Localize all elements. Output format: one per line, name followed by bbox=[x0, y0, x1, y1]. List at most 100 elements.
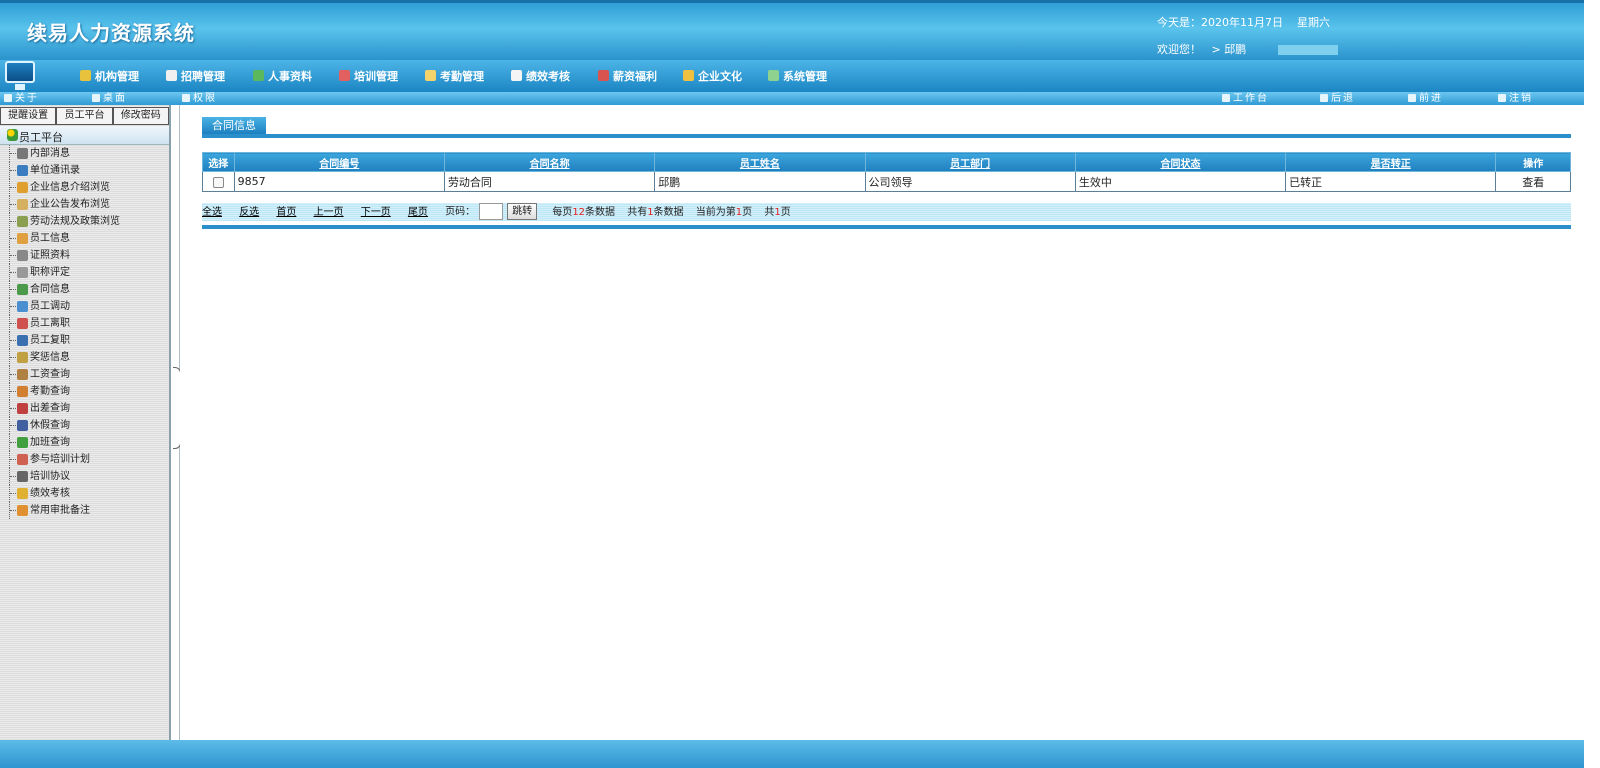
sidebar-item-4[interactable]: 劳动法规及政策浏览 bbox=[0, 213, 169, 230]
prev-page-link[interactable]: 上一页 bbox=[314, 207, 344, 218]
doc-icon bbox=[4, 94, 12, 102]
nav-item-7[interactable]: 企业文化 bbox=[683, 68, 742, 84]
forward-link[interactable]: 前进 bbox=[1408, 92, 1443, 105]
nav-item-5[interactable]: 绩效考核 bbox=[511, 68, 570, 84]
tree-connector bbox=[9, 145, 17, 162]
sidebar-item-label: 单位通讯录 bbox=[30, 165, 80, 176]
sidebar-item-label: 绩效考核 bbox=[30, 488, 70, 499]
logout-link[interactable]: 注销 bbox=[1498, 92, 1533, 105]
pagination-bar: 全选 反选 首页 上一页 下一页 尾页 页码： 跳转 每页12条数据 共有1条数据… bbox=[202, 203, 1571, 221]
sidebar-item-3[interactable]: 企业公告发布浏览 bbox=[0, 196, 169, 213]
sidebar-item-15[interactable]: 出差查询 bbox=[0, 400, 169, 417]
back-link[interactable]: 后退 bbox=[1320, 92, 1355, 105]
sidebar-item-7[interactable]: 职称评定 bbox=[0, 264, 169, 281]
first-page-link[interactable]: 首页 bbox=[276, 207, 296, 218]
page-number-input[interactable] bbox=[479, 203, 504, 220]
sidebar-item-6[interactable]: 证照资料 bbox=[0, 247, 169, 264]
nav-item-label: 机构管理 bbox=[95, 70, 139, 83]
tab-change-password[interactable]: 修改密码 bbox=[112, 107, 169, 125]
col-contract-name[interactable]: 合同名称 bbox=[443, 152, 656, 172]
tree-connector bbox=[9, 485, 17, 502]
view-link[interactable]: 查看 bbox=[1495, 171, 1571, 192]
total-records-info: 共有1条数据 bbox=[627, 206, 684, 218]
page-number-label: 页码： bbox=[445, 206, 476, 218]
welcome-display: 欢迎您！ > 邱鹏 bbox=[1157, 41, 1338, 57]
tab-employee-platform[interactable]: 员工平台 bbox=[56, 107, 113, 125]
sidebar-item-label: 职称评定 bbox=[30, 267, 70, 278]
sidebar-item-1[interactable]: 单位通讯录 bbox=[0, 162, 169, 179]
logout-icon bbox=[1498, 94, 1506, 102]
weekday-label: 星期六 bbox=[1297, 16, 1330, 29]
workbench-link[interactable]: 工作台 bbox=[1222, 92, 1269, 105]
nav-item-8[interactable]: 系统管理 bbox=[768, 68, 827, 84]
overtime-icon bbox=[17, 437, 28, 448]
nav-item-1[interactable]: 招聘管理 bbox=[166, 68, 225, 84]
sidebar-item-8[interactable]: 合同信息 bbox=[0, 281, 169, 298]
tree-connector bbox=[9, 179, 17, 196]
sidebar-item-0[interactable]: 内部消息 bbox=[0, 145, 169, 162]
reward-icon bbox=[17, 352, 28, 363]
cell-contract-name: 劳动合同 bbox=[443, 171, 656, 192]
tree-connector bbox=[9, 247, 17, 264]
next-page-link[interactable]: 下一页 bbox=[361, 207, 391, 218]
tab-reminder-settings[interactable]: 提醒设置 bbox=[0, 107, 57, 125]
nav-item-6[interactable]: 薪资福利 bbox=[598, 68, 657, 84]
sidebar-item-label: 员工复职 bbox=[30, 335, 70, 346]
sidebar-item-14[interactable]: 考勤查询 bbox=[0, 383, 169, 400]
nav-item-label: 企业文化 bbox=[698, 70, 742, 83]
tree-connector bbox=[9, 162, 17, 179]
table-header-row: 选择 合同编号 合同名称 员工姓名 员工部门 合同状态 是否转正 操作 bbox=[202, 152, 1571, 172]
sidebar-item-13[interactable]: 工资查询 bbox=[0, 366, 169, 383]
sidebar-item-label: 合同信息 bbox=[30, 284, 70, 295]
permission-link[interactable]: 权限 bbox=[182, 92, 217, 105]
sidebar-item-label: 证照资料 bbox=[30, 250, 70, 261]
nav-item-label: 人事资料 bbox=[268, 70, 312, 83]
sidebar-item-2[interactable]: 企业信息介绍浏览 bbox=[0, 179, 169, 196]
sidebar-item-17[interactable]: 加班查询 bbox=[0, 434, 169, 451]
tree-connector bbox=[9, 349, 17, 366]
invert-selection-link[interactable]: 反选 bbox=[239, 207, 259, 218]
total-pages-info: 共1页 bbox=[764, 206, 791, 218]
jump-button[interactable]: 跳转 bbox=[507, 203, 538, 220]
leave-icon bbox=[17, 420, 28, 431]
about-link[interactable]: 关于 bbox=[4, 92, 39, 105]
sidebar-item-10[interactable]: 员工离职 bbox=[0, 315, 169, 332]
col-contract-code[interactable]: 合同编号 bbox=[233, 152, 445, 172]
sidebar-item-16[interactable]: 休假查询 bbox=[0, 417, 169, 434]
sidebar-item-19[interactable]: 培训协议 bbox=[0, 468, 169, 485]
recruit-icon bbox=[166, 70, 177, 81]
nav-item-2[interactable]: 人事资料 bbox=[253, 68, 312, 84]
contacts-icon bbox=[17, 165, 28, 176]
cell-contract-code: 9857 bbox=[233, 171, 445, 192]
col-is-regular[interactable]: 是否转正 bbox=[1285, 152, 1497, 172]
nav-item-label: 考勤管理 bbox=[440, 70, 484, 83]
col-contract-status[interactable]: 合同状态 bbox=[1074, 152, 1287, 172]
sidebar-item-20[interactable]: 绩效考核 bbox=[0, 485, 169, 502]
system-icon bbox=[768, 70, 779, 81]
table-row: 9857 劳动合同 邱鹏 公司领导 生效中 已转正 查看 bbox=[202, 171, 1571, 192]
contract-icon bbox=[17, 284, 28, 295]
last-page-link[interactable]: 尾页 bbox=[408, 207, 428, 218]
col-employee-dept[interactable]: 员工部门 bbox=[864, 152, 1076, 172]
tree-connector bbox=[9, 451, 17, 468]
sidebar-item-5[interactable]: 员工信息 bbox=[0, 230, 169, 247]
back-arrow-icon bbox=[1320, 94, 1328, 102]
desktop-link[interactable]: 桌面 bbox=[92, 92, 127, 105]
sidebar-item-21[interactable]: 常用审批备注 bbox=[0, 502, 169, 519]
nav-item-0[interactable]: 机构管理 bbox=[80, 68, 139, 84]
forward-arrow-icon bbox=[1408, 94, 1416, 102]
nav-item-3[interactable]: 培训管理 bbox=[339, 68, 398, 84]
nav-item-4[interactable]: 考勤管理 bbox=[425, 68, 484, 84]
workbench-icon bbox=[1222, 94, 1230, 102]
sidebar-item-18[interactable]: 参与培训计划 bbox=[0, 451, 169, 468]
sidebar-item-11[interactable]: 员工复职 bbox=[0, 332, 169, 349]
tree-root[interactable]: 员工平台 bbox=[0, 126, 169, 145]
section-title: 合同信息 bbox=[202, 117, 266, 134]
employee-platform-icon bbox=[7, 129, 18, 141]
redacted-box bbox=[1277, 45, 1338, 55]
row-checkbox[interactable] bbox=[212, 176, 224, 188]
select-all-link[interactable]: 全选 bbox=[202, 207, 222, 218]
sidebar-item-12[interactable]: 奖惩信息 bbox=[0, 349, 169, 366]
col-employee-name[interactable]: 员工姓名 bbox=[654, 152, 866, 172]
sidebar-item-9[interactable]: 员工调动 bbox=[0, 298, 169, 315]
